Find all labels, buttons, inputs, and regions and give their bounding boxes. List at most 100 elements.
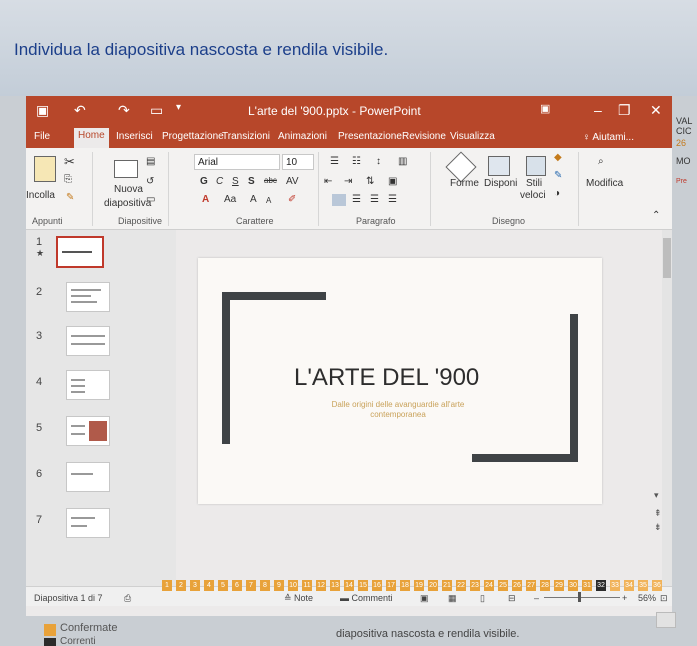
align-right-icon[interactable]: ☰ [370,194,379,205]
line-spacing-icon[interactable]: ↕ [376,156,381,167]
bold-button[interactable]: G [200,176,208,187]
shadow-button[interactable]: S [248,176,255,187]
copy-icon[interactable]: ⎘ [64,174,72,185]
side-panel-button[interactable] [656,612,676,628]
zoom-slider-track[interactable] [544,597,620,598]
italic-button[interactable]: C [216,176,223,187]
decrease-indent-icon[interactable]: ⇤ [324,176,332,187]
start-slideshow-icon[interactable]: ▭ [150,102,163,119]
columns-icon[interactable]: ▥ [398,156,407,167]
shape-outline-icon[interactable]: ✎ [554,170,562,181]
save-icon[interactable]: ▣ [36,102,49,119]
edit-button[interactable]: Modifica [586,178,623,189]
zoom-out-icon[interactable]: – [534,593,539,603]
new-slide-label-2[interactable]: diapositiva [104,198,151,209]
quick-styles-label[interactable]: Stili [526,178,542,189]
shrink-font-button[interactable]: A [266,196,271,205]
notes-button[interactable]: ≙ Note [284,593,313,604]
tab-transitions[interactable]: Transizioni [222,131,270,142]
tab-view[interactable]: Visualizza [450,131,495,142]
cut-icon[interactable]: ✂ [64,154,75,170]
new-slide-label[interactable]: Nuova [114,184,143,195]
slide-thumbnail-4[interactable] [66,370,110,400]
increase-indent-icon[interactable]: ⇥ [344,176,352,187]
find-icon[interactable]: ⌕ [598,156,604,167]
hidden-slide-star-icon: ★ [36,248,45,258]
new-slide-icon[interactable] [114,160,138,178]
scrollbar-thumb[interactable] [663,238,671,278]
shape-fill-icon[interactable]: ◆ [554,152,562,163]
text-direction-icon[interactable]: ⇅ [366,176,374,187]
numbering-icon[interactable]: ☷ [352,156,361,167]
comments-button[interactable]: ▬ Commenti [340,593,393,603]
reset-icon[interactable]: ↺ [146,176,154,187]
close-icon[interactable]: ✕ [650,102,662,119]
shape-effects-icon[interactable]: ◑ [554,188,560,199]
font-size-select[interactable]: 10 [282,154,314,170]
tab-slideshow[interactable]: Presentazione [338,131,402,142]
maximize-icon[interactable]: ❐ [618,102,631,119]
slide-thumbnail-2[interactable] [66,282,110,312]
grow-font-button[interactable]: A [250,194,257,205]
slide-thumbnail-1[interactable] [56,236,104,268]
slide-thumbnail-5[interactable] [66,416,110,446]
slide-thumbnail-6[interactable] [66,462,110,492]
shapes-button[interactable]: Forme [450,178,479,189]
underline-button[interactable]: S [232,176,239,187]
slide-title[interactable]: L'ARTE DEL '900 [294,364,479,392]
zoom-level[interactable]: 56% [638,593,656,603]
paste-button[interactable]: Incolla [26,190,55,201]
slide-thumbnail-3[interactable] [66,326,110,356]
next-page-icon[interactable]: ⇟ [654,522,662,533]
clear-format-icon[interactable]: ✐ [288,194,296,205]
quick-access-chevron-icon[interactable]: ▾ [176,102,181,113]
tell-me-button[interactable]: ♀ Aiutami... [583,132,634,143]
undo-icon[interactable]: ↶ [74,102,86,119]
zoom-in-icon[interactable]: + [622,593,627,603]
layout-icon[interactable]: ▤ [146,156,155,167]
change-case-button[interactable]: Aa [224,194,236,205]
vertical-scrollbar[interactable] [662,230,672,586]
tab-home[interactable]: Home [74,128,109,148]
spellcheck-icon[interactable]: ⎙ [124,593,131,604]
progress-cell-23: 23 [470,580,480,591]
align-left-icon[interactable] [332,194,346,206]
quick-styles-icon[interactable] [526,156,546,176]
tab-review[interactable]: Revisione [402,131,446,142]
strikethrough-button[interactable]: abc [264,176,277,185]
fit-to-window-icon[interactable]: ⊡ [660,593,668,604]
normal-view-icon[interactable]: ▣ [420,593,429,604]
redo-icon[interactable]: ↷ [118,102,130,119]
font-color-icon[interactable]: A [202,194,209,205]
justify-icon[interactable]: ☰ [388,194,397,205]
paste-icon[interactable] [34,156,56,182]
prev-page-icon[interactable]: ⇞ [654,508,662,519]
ribbon: ✂ ⎘ ✎ Incolla Appunti Nuova diapositiva … [26,148,672,230]
slideshow-view-icon[interactable]: ⊟ [508,593,516,604]
font-name-select[interactable]: Arial [194,154,280,170]
ribbon-display-icon[interactable]: ▣ [540,102,550,115]
align-center-icon[interactable]: ☰ [352,194,361,205]
bullets-icon[interactable]: ☰ [330,156,339,167]
slide-canvas[interactable]: L'ARTE DEL '900 Dalle origini delle avan… [198,258,602,504]
arrange-button[interactable]: Disponi [484,178,517,189]
tab-insert[interactable]: Inserisci [116,131,153,142]
arrange-icon[interactable] [488,156,510,176]
collapse-ribbon-icon[interactable]: ⌃ [652,210,660,221]
next-slide-icon[interactable]: ▾ [654,490,659,501]
legend-confirmed: Confermate [60,622,118,634]
tab-design[interactable]: Progettazione [162,131,224,142]
tab-file[interactable]: File [34,131,50,142]
format-painter-icon[interactable]: ✎ [66,192,74,203]
slide-thumbnail-7[interactable] [66,508,110,538]
align-text-icon[interactable]: ▣ [388,176,397,187]
tab-animations[interactable]: Animazioni [278,131,327,142]
section-icon[interactable]: ▭ [146,194,155,205]
char-spacing-button[interactable]: AV [286,176,299,187]
zoom-slider-knob[interactable] [578,592,581,602]
slide-subtitle[interactable]: Dalle origini delle avanguardie all'arte… [288,400,508,420]
quick-styles-label-2[interactable]: veloci [520,190,546,201]
reading-view-icon[interactable]: ▯ [480,593,485,604]
minimize-icon[interactable]: – [594,102,602,118]
slide-sorter-icon[interactable]: ▦ [448,593,457,604]
